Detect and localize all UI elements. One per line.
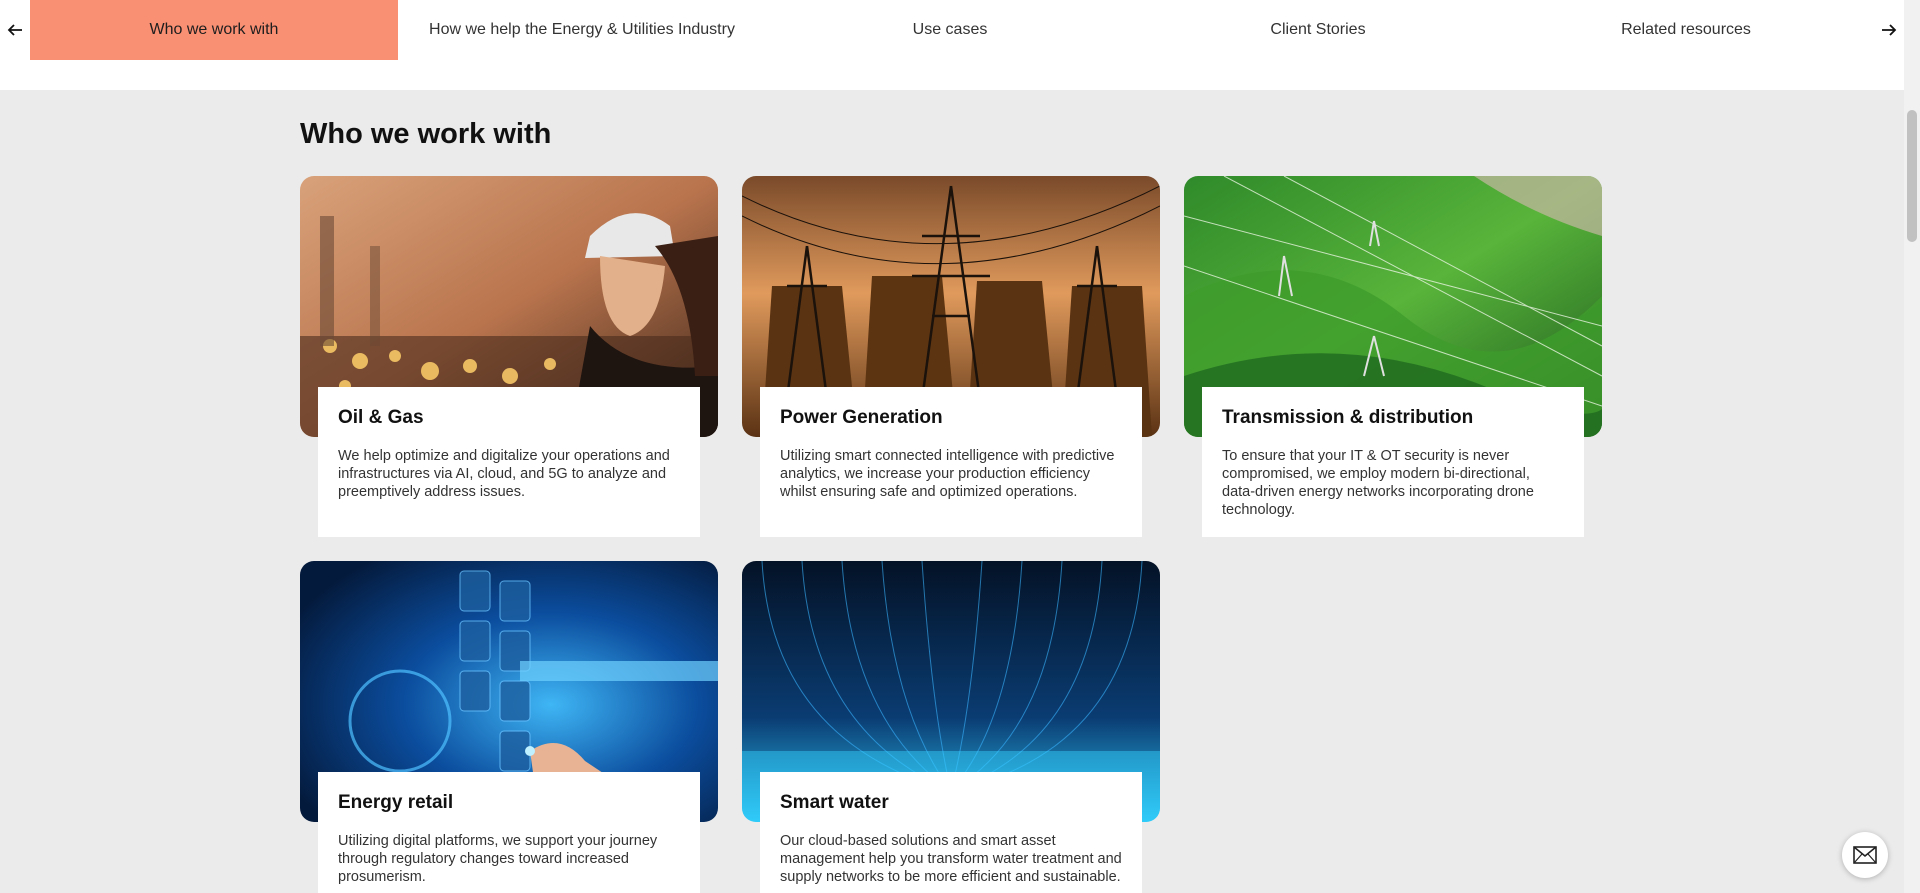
card-smart-water[interactable]: Smart water Our cloud-based solutions an… xyxy=(742,561,1160,893)
card-title: Power Generation xyxy=(780,407,943,428)
section-tab-bar: Who we work with How we help the Energy … xyxy=(0,0,1904,60)
card-title: Oil & Gas xyxy=(338,407,424,428)
card-description: Utilizing smart connected intelligence w… xyxy=(780,448,1115,500)
section-title: Who we work with xyxy=(300,118,552,150)
next-tab-button[interactable] xyxy=(1874,0,1904,60)
card-title: Energy retail xyxy=(338,792,454,813)
card-oil-gas[interactable]: Oil & Gas We help optimize and digitaliz… xyxy=(300,176,718,537)
card-description: We help optimize and digitalize your ope… xyxy=(338,448,670,500)
card-title: Smart water xyxy=(780,792,889,813)
card-description: Utilizing digital platforms, we support … xyxy=(338,833,658,885)
card-body: Power Generation Utilizing smart connect… xyxy=(760,387,1142,537)
card-body: Smart water Our cloud-based solutions an… xyxy=(760,772,1142,893)
scrollbar-thumb[interactable] xyxy=(1907,110,1917,242)
card-body: Oil & Gas We help optimize and digitaliz… xyxy=(318,387,700,537)
prev-tab-button[interactable] xyxy=(0,0,30,60)
card-power-generation[interactable]: Power Generation Utilizing smart connect… xyxy=(742,176,1160,537)
card-body: Transmission & distribution To ensure th… xyxy=(1202,387,1584,537)
arrow-left-icon xyxy=(7,24,22,36)
contact-chat-button[interactable] xyxy=(1842,832,1888,878)
tab-who-we-work-with[interactable]: Who we work with xyxy=(30,0,398,60)
tab-use-cases[interactable]: Use cases xyxy=(766,0,1134,60)
card-transmission-distribution[interactable]: Transmission & distribution To ensure th… xyxy=(1184,176,1602,537)
tab-list: Who we work with How we help the Energy … xyxy=(30,0,1874,60)
tab-related-resources[interactable]: Related resources xyxy=(1502,0,1870,60)
card-description: Our cloud-based solutions and smart asse… xyxy=(780,833,1122,885)
envelope-icon xyxy=(1853,846,1877,864)
tab-client-stories[interactable]: Client Stories xyxy=(1134,0,1502,60)
card-energy-retail[interactable]: Energy retail Utilizing digital platform… xyxy=(300,561,718,893)
arrow-right-icon xyxy=(1882,24,1897,36)
card-description: To ensure that your IT & OT security is … xyxy=(1222,448,1534,518)
header-spacer xyxy=(0,60,1904,90)
card-body: Energy retail Utilizing digital platform… xyxy=(318,772,700,893)
tab-how-we-help[interactable]: How we help the Energy & Utilities Indus… xyxy=(398,0,766,60)
card-title: Transmission & distribution xyxy=(1222,407,1474,428)
